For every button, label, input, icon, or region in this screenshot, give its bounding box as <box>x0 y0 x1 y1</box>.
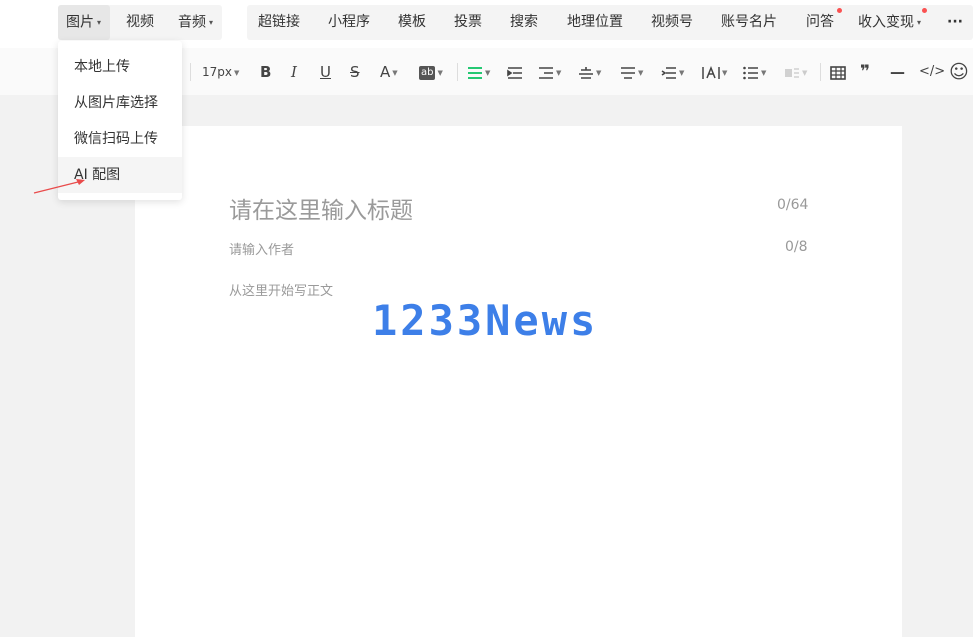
qa-button[interactable]: 问答 <box>806 5 834 40</box>
chevron-down-icon: ▼ <box>485 68 491 77</box>
audio-label: 音频 <box>178 14 206 31</box>
location-button[interactable]: 地理位置 <box>567 5 623 40</box>
toolbar-divider <box>457 63 458 81</box>
monetize-label: 收入变现 <box>858 14 914 31</box>
align-justify-icon[interactable]: ▼ <box>467 61 490 83</box>
float-image-icon[interactable]: ▼ <box>784 61 807 83</box>
emoji-icon[interactable]: ☺ <box>949 61 969 83</box>
font-color-icon[interactable]: A ▼ <box>380 61 398 83</box>
code-icon[interactable]: </> <box>919 61 945 83</box>
monetize-button[interactable]: 收入变现 ▾ <box>858 5 921 40</box>
more-button[interactable]: ··· <box>947 5 963 40</box>
image-insert-button[interactable]: 图片 ▾ <box>58 5 110 40</box>
font-color-glyph: A <box>380 63 391 81</box>
strikethrough-icon[interactable]: S <box>350 61 360 83</box>
horizontal-rule-icon[interactable]: — <box>890 61 905 83</box>
letter-spacing-icon[interactable]: ▼ <box>702 61 727 83</box>
highlight-glyph: ab <box>419 65 436 80</box>
author-char-count: 0/8 <box>785 239 808 255</box>
first-line-indent-icon[interactable]: ▼ <box>538 61 561 83</box>
title-input[interactable]: 请在这里输入标题 <box>229 191 413 225</box>
account-card-button[interactable]: 账号名片 <box>721 5 777 40</box>
chevron-down-icon: ▾ <box>97 18 102 27</box>
bold-icon[interactable]: B <box>260 61 271 83</box>
audio-insert-button[interactable]: 音频 ▾ <box>178 5 213 40</box>
chevron-down-icon: ▼ <box>234 68 240 77</box>
channels-button[interactable]: 视频号 <box>651 5 693 40</box>
mini-program-button[interactable]: 小程序 <box>328 5 370 40</box>
search-button[interactable]: 搜索 <box>510 5 538 40</box>
annotation-arrow-icon <box>33 179 85 194</box>
toolbar-divider <box>190 63 191 81</box>
new-badge-dot <box>922 8 927 13</box>
menu-item-image-library[interactable]: 从图片库选择 <box>58 85 182 121</box>
blockquote-icon[interactable]: ❞ <box>860 61 870 83</box>
chevron-down-icon: ▼ <box>802 68 808 77</box>
chevron-down-icon: ▼ <box>761 68 767 77</box>
table-icon[interactable] <box>830 61 846 83</box>
chevron-down-icon: ▼ <box>722 68 728 77</box>
media-group: 图片 ▾ 视频 音频 ▾ <box>58 5 222 40</box>
list-indent-icon[interactable]: ▼ <box>661 61 684 83</box>
title-char-count: 0/64 <box>777 197 809 213</box>
paragraph-spacing-icon[interactable]: ▼ <box>578 61 601 83</box>
menu-item-wechat-scan-upload[interactable]: 微信扫码上传 <box>58 121 182 157</box>
image-label: 图片 <box>66 14 94 31</box>
insert-group: 超链接 小程序 模板 投票 搜索 地理位置 视频号 账号名片 问答 收入变现 ▾ … <box>247 5 973 40</box>
video-insert-button[interactable]: 视频 <box>126 5 154 40</box>
chevron-down-icon: ▼ <box>392 68 398 77</box>
vote-button[interactable]: 投票 <box>454 5 482 40</box>
chevron-down-icon: ▼ <box>679 68 685 77</box>
font-size-value: 17px <box>202 65 232 79</box>
hyperlink-button[interactable]: 超链接 <box>258 5 300 40</box>
watermark-logo: 1233News <box>372 296 599 345</box>
chevron-down-icon: ▼ <box>638 68 644 77</box>
indent-left-icon[interactable] <box>507 61 523 83</box>
chevron-down-icon: ▾ <box>209 18 214 27</box>
chevron-down-icon: ▼ <box>556 68 562 77</box>
menu-item-local-upload[interactable]: 本地上传 <box>58 49 182 85</box>
new-badge-dot <box>837 8 842 13</box>
toolbar-divider <box>820 63 821 81</box>
chevron-down-icon: ▼ <box>596 68 602 77</box>
underline-icon[interactable]: U <box>320 61 331 83</box>
highlight-color-icon[interactable]: ab ▼ <box>419 61 443 83</box>
font-size-select[interactable]: 17px ▼ <box>202 61 239 83</box>
chevron-down-icon: ▼ <box>437 68 443 77</box>
author-input[interactable]: 请输入作者 <box>229 239 294 258</box>
unordered-list-icon[interactable]: ▼ <box>743 61 766 83</box>
chevron-down-icon: ▾ <box>917 18 922 27</box>
body-editor[interactable]: 从这里开始写正文 <box>229 280 333 299</box>
line-spacing-icon[interactable]: ▼ <box>620 61 643 83</box>
template-button[interactable]: 模板 <box>398 5 426 40</box>
italic-icon[interactable]: I <box>291 61 297 83</box>
